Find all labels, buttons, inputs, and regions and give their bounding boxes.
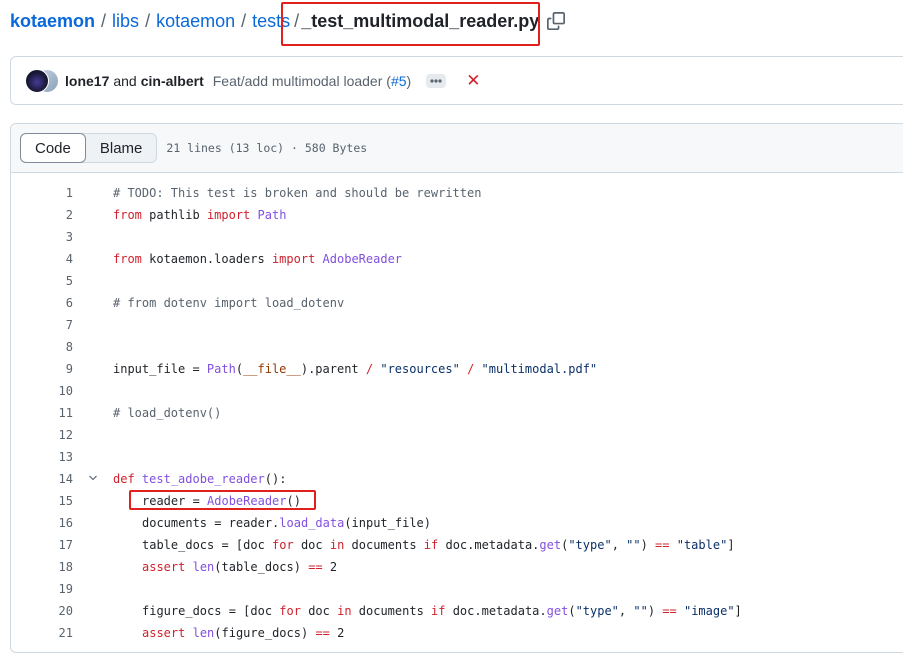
code-line: 16 documents = reader.load_data(input_fil… — [11, 512, 903, 534]
line-number[interactable]: 19 — [11, 582, 73, 596]
line-number[interactable]: 1 — [11, 186, 73, 200]
code-line: 9 input_file = Path(__file__).parent / "r… — [11, 358, 903, 380]
line-number[interactable]: 15 — [11, 494, 73, 508]
code-line: 14 def test_adobe_reader(): — [11, 468, 903, 490]
code-text: assert len(table_docs) == 2 — [142, 560, 338, 574]
line-number[interactable]: 11 — [11, 406, 73, 420]
code-line: 7 — [11, 314, 903, 336]
line-number[interactable]: 10 — [11, 384, 73, 398]
copy-icon[interactable] — [547, 12, 566, 30]
line-number[interactable]: 8 — [11, 340, 73, 354]
code-text: # from dotenv import load_dotenv — [113, 296, 345, 310]
code-line: 17 table_docs = [doc for doc in documents… — [11, 534, 903, 556]
code-line: 21 assert len(figure_docs) == 2 — [11, 622, 903, 644]
chevron-down-icon[interactable] — [87, 472, 99, 487]
commit-coauthor-link[interactable]: cin-albert — [141, 73, 204, 89]
tab-blame[interactable]: Blame — [86, 134, 157, 162]
code-line: 10 — [11, 380, 903, 402]
line-number[interactable]: 12 — [11, 428, 73, 442]
tab-code[interactable]: Code — [20, 133, 86, 163]
code-text: figure_docs = [doc for doc in documents … — [142, 604, 742, 618]
code-line: 6 # from dotenv import load_dotenv — [11, 292, 903, 314]
code-line: 18 assert len(table_docs) == 2 — [11, 556, 903, 578]
breadcrumb-separator: / — [145, 10, 151, 31]
line-number[interactable]: 13 — [11, 450, 73, 464]
file-meta: 21 lines (13 loc) · 580 Bytes — [166, 141, 368, 155]
code-line: 3 — [11, 226, 903, 248]
line-number[interactable]: 3 — [11, 230, 73, 244]
avatar[interactable] — [25, 68, 49, 93]
code-line: 15 reader = AdobeReader() — [11, 490, 903, 512]
line-number[interactable]: 6 — [11, 296, 73, 310]
line-number[interactable]: 5 — [11, 274, 73, 288]
commit-author-link[interactable]: lone17 — [65, 73, 109, 89]
commit-message-end: ) — [406, 72, 412, 89]
kebab-horizontal-icon[interactable] — [426, 73, 447, 88]
code-text: from kotaemon.loaders import AdobeReader — [113, 252, 403, 266]
commit-and-text: and — [113, 72, 137, 89]
latest-commit-bar: lone17 and cin-albert Feat/add multimoda… — [10, 56, 903, 105]
status-fail-icon[interactable]: ✕ — [466, 71, 480, 91]
current-file-name: _test_multimodal_reader.py — [301, 10, 540, 31]
code-text: input_file = Path(__file__).parent / "re… — [113, 362, 598, 376]
code-view: 1 # TODO: This test is broken and should … — [11, 173, 903, 644]
line-number[interactable]: 4 — [11, 252, 73, 266]
code-line: 19 — [11, 578, 903, 600]
code-text: reader = AdobeReader() — [142, 494, 301, 508]
line-number[interactable]: 14 — [11, 472, 73, 486]
breadcrumb-tests-link[interactable]: tests — [252, 11, 290, 32]
line-number[interactable]: 7 — [11, 318, 73, 332]
code-text: table_docs = [doc for doc in documents i… — [142, 538, 735, 552]
code-text: # TODO: This test is broken and should b… — [113, 186, 482, 200]
file-header: Code Blame 21 lines (13 loc) · 580 Bytes — [11, 124, 903, 173]
code-line: 20 figure_docs = [doc for doc in document… — [11, 600, 903, 622]
code-text: assert len(figure_docs) == 2 — [142, 626, 345, 640]
code-line: 11 # load_dotenv() — [11, 402, 903, 424]
breadcrumb-separator: / — [241, 10, 247, 31]
line-number[interactable]: 17 — [11, 538, 73, 552]
code-line: 4 from kotaemon.loaders import AdobeReade… — [11, 248, 903, 270]
breadcrumb-kotaemon-link[interactable]: kotaemon — [156, 11, 235, 32]
code-line: 13 — [11, 446, 903, 468]
commit-message-text[interactable]: Feat/add multimodal loader ( — [213, 73, 391, 89]
code-line: 12 — [11, 424, 903, 446]
breadcrumb-separator: / — [294, 10, 300, 31]
breadcrumb-repo-link[interactable]: kotaemon — [10, 11, 95, 32]
view-toggle: Code Blame — [20, 133, 158, 163]
line-number[interactable]: 16 — [11, 516, 73, 530]
code-line: 5 — [11, 270, 903, 292]
code-text: documents = reader.load_data(input_file) — [142, 516, 432, 530]
code-line: 2 from pathlib import Path — [11, 204, 903, 226]
breadcrumb-libs-link[interactable]: libs — [112, 11, 139, 32]
line-number[interactable]: 21 — [11, 626, 73, 640]
line-number[interactable]: 18 — [11, 560, 73, 574]
line-number[interactable]: 2 — [11, 208, 73, 222]
file-viewer: Code Blame 21 lines (13 loc) · 580 Bytes… — [10, 123, 903, 653]
avatar-stack — [25, 68, 59, 93]
breadcrumb: kotaemon / libs / kotaemon / tests / _te… — [10, 8, 566, 34]
line-number[interactable]: 20 — [11, 604, 73, 618]
code-text: from pathlib import Path — [113, 208, 287, 222]
commit-pr-link[interactable]: #5 — [391, 73, 407, 89]
code-line: 8 — [11, 336, 903, 358]
line-number[interactable]: 9 — [11, 362, 73, 376]
breadcrumb-separator: / — [101, 10, 107, 31]
code-text: # load_dotenv() — [113, 406, 222, 420]
commit-message[interactable]: Feat/add multimodal loader (#5) — [213, 73, 411, 89]
code-text: def test_adobe_reader(): — [113, 472, 287, 486]
code-line: 1 # TODO: This test is broken and should … — [11, 182, 903, 204]
